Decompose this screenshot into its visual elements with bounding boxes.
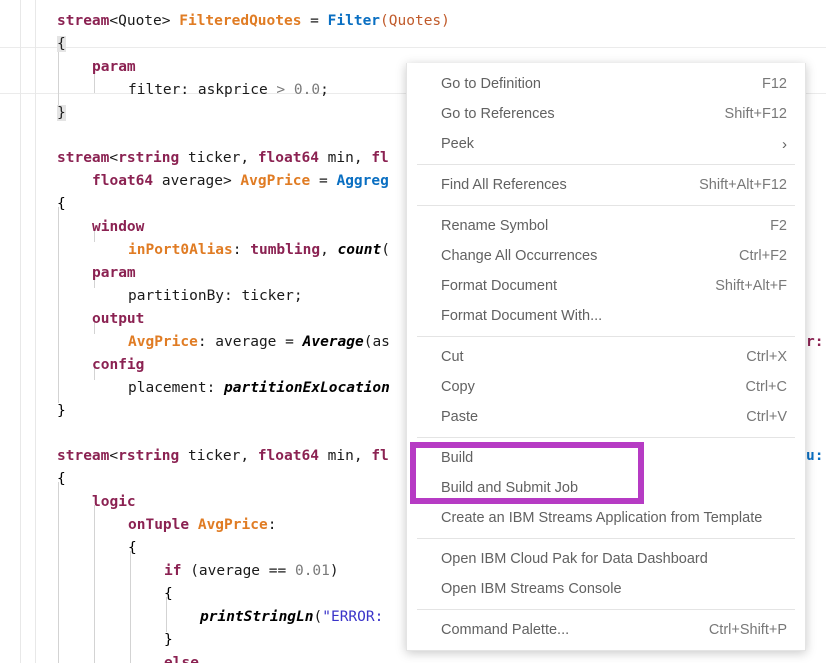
code-line: window xyxy=(92,219,145,235)
menu-item-label: Open IBM Cloud Pak for Data Dashboard xyxy=(441,551,708,567)
code-line: { xyxy=(57,196,66,212)
menu-item-label: Find All References xyxy=(441,177,567,193)
menu-separator xyxy=(417,609,795,610)
chevron-right-icon: › xyxy=(782,135,787,153)
menu-item-label: Build xyxy=(441,450,474,466)
indent-guide xyxy=(94,505,95,663)
code-line: else xyxy=(164,655,199,663)
menu-item-label: Cut xyxy=(441,349,464,365)
code-line: { xyxy=(57,36,66,52)
menu-item-build-and-submit-job[interactable]: Build and Submit Job xyxy=(407,473,805,503)
code-line: placement: partitionExLocation xyxy=(128,380,390,396)
menu-item-label: Open IBM Streams Console xyxy=(441,581,622,597)
indent-guide xyxy=(58,482,59,663)
menu-item-keybinding: Ctrl+V xyxy=(746,409,787,425)
menu-item-keybinding: Shift+Alt+F12 xyxy=(699,177,787,193)
menu-separator xyxy=(417,437,795,438)
code-line: partitionBy: ticker; xyxy=(128,288,303,304)
code-line: } xyxy=(57,105,66,121)
code-line: config xyxy=(92,357,145,373)
menu-item-paste[interactable]: Paste Ctrl+V xyxy=(407,402,805,432)
screen: stream<Quote> FilteredQuotes = Filter(Qu… xyxy=(0,0,826,663)
menu-item-find-all-references[interactable]: Find All References Shift+Alt+F12 xyxy=(407,170,805,200)
code-line: inPort0Alias: tumbling, count( xyxy=(128,242,390,258)
menu-item-go-to-references[interactable]: Go to References Shift+F12 xyxy=(407,99,805,129)
menu-item-keybinding: Ctrl+C xyxy=(745,379,788,395)
code-line: { xyxy=(128,540,137,556)
menu-item-go-to-definition[interactable]: Go to Definition F12 xyxy=(407,69,805,99)
menu-item-label: Paste xyxy=(441,409,479,425)
menu-item-keybinding: Ctrl+Shift+P xyxy=(708,622,787,638)
code-line: stream<Quote> FilteredQuotes = Filter(Qu… xyxy=(57,13,450,29)
menu-item-label: Peek xyxy=(441,136,475,152)
menu-item-label: Command Palette... xyxy=(441,622,570,638)
editor-rule xyxy=(0,47,826,48)
menu-separator xyxy=(417,205,795,206)
code-line: output xyxy=(92,311,145,327)
menu-item-label: Create an IBM Streams Application from T… xyxy=(441,510,763,526)
menu-item-command-palette[interactable]: Command Palette... Ctrl+Shift+P xyxy=(407,615,805,645)
menu-item-label: Change All Occurrences xyxy=(441,248,598,264)
menu-item-keybinding: Shift+Alt+F xyxy=(715,278,787,294)
menu-item-label: Build and Submit Job xyxy=(441,480,579,496)
code-line: { xyxy=(57,471,66,487)
indent-guide xyxy=(58,207,59,403)
code-line: stream<rstring ticker, float64 min, fl xyxy=(57,150,389,166)
menu-item-rename-symbol[interactable]: Rename Symbol F2 xyxy=(407,211,805,241)
menu-item-keybinding: F2 xyxy=(770,218,787,234)
indent-guide xyxy=(130,551,131,663)
code-fragment: r: xyxy=(806,334,824,350)
code-line: AvgPrice: average = Average(as xyxy=(128,334,390,350)
menu-item-label: Format Document xyxy=(441,278,558,294)
code-line: float64 average> AvgPrice = Aggreg xyxy=(92,173,389,189)
menu-item-peek[interactable]: Peek › xyxy=(407,129,805,159)
editor-context-menu[interactable]: Go to Definition F12 Go to References Shift… xyxy=(406,63,806,651)
code-line: { xyxy=(164,586,173,602)
code-fragment: u: xyxy=(806,448,824,464)
code-line: param xyxy=(92,59,136,75)
editor-left-edge xyxy=(20,0,21,663)
menu-item-copy[interactable]: Copy Ctrl+C xyxy=(407,372,805,402)
code-line: } xyxy=(164,632,173,648)
menu-item-label: Format Document With... xyxy=(441,308,603,324)
menu-item-open-streams-console[interactable]: Open IBM Streams Console xyxy=(407,574,805,604)
menu-item-create-streams-app-from-template[interactable]: Create an IBM Streams Application from T… xyxy=(407,503,805,533)
menu-item-label: Go to References xyxy=(441,106,555,122)
menu-separator xyxy=(417,164,795,165)
menu-item-cut[interactable]: Cut Ctrl+X xyxy=(407,342,805,372)
code-line: if (average == 0.01) xyxy=(164,563,339,579)
menu-item-label: Copy xyxy=(441,379,475,395)
menu-item-keybinding: Ctrl+F2 xyxy=(739,248,787,264)
menu-item-change-all-occurrences[interactable]: Change All Occurrences Ctrl+F2 xyxy=(407,241,805,271)
menu-item-keybinding: Shift+F12 xyxy=(724,106,787,122)
menu-separator xyxy=(417,538,795,539)
menu-item-open-cloud-pak-dashboard[interactable]: Open IBM Cloud Pak for Data Dashboard xyxy=(407,544,805,574)
code-line: printStringLn("ERROR: xyxy=(200,609,384,625)
editor-gutter-line xyxy=(35,0,36,663)
code-line: onTuple AvgPrice: xyxy=(128,517,277,533)
code-line: param xyxy=(92,265,136,281)
code-line: logic xyxy=(92,494,136,510)
menu-item-label: Go to Definition xyxy=(441,76,541,92)
menu-item-keybinding: Ctrl+X xyxy=(746,349,787,365)
menu-item-label: Rename Symbol xyxy=(441,218,549,234)
menu-item-build[interactable]: Build xyxy=(407,443,805,473)
menu-item-keybinding: F12 xyxy=(762,76,787,92)
code-line: filter: askprice > 0.0; xyxy=(128,82,329,98)
code-line: } xyxy=(57,403,66,419)
menu-item-format-document[interactable]: Format Document Shift+Alt+F xyxy=(407,271,805,301)
menu-item-format-document-with[interactable]: Format Document With... xyxy=(407,301,805,331)
code-line: stream<rstring ticker, float64 min, fl xyxy=(57,448,389,464)
menu-separator xyxy=(417,336,795,337)
